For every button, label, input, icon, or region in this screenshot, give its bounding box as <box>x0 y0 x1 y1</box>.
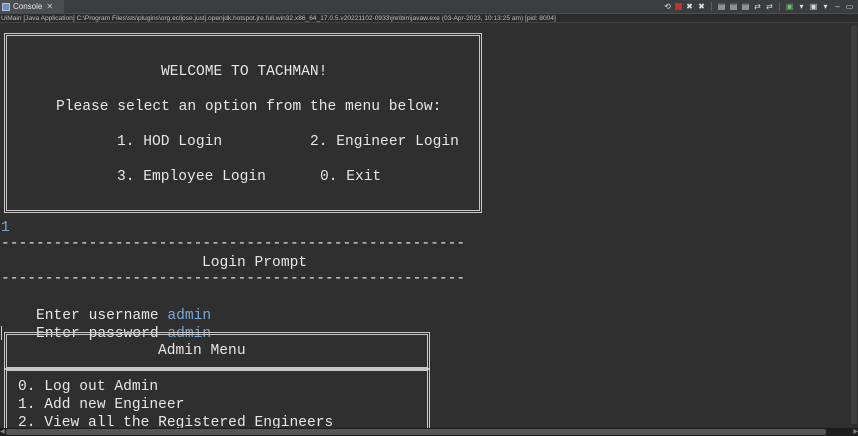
tab-console-label: Console <box>13 2 43 11</box>
horizontal-scrollbar[interactable]: ◀ ▶ <box>0 428 858 436</box>
menu-option-employee: 3. Employee Login <box>117 169 266 185</box>
remove-all-icon[interactable]: ✖ <box>685 2 694 11</box>
menu-option-engineer: 2. Engineer Login <box>310 134 459 150</box>
close-icon[interactable]: ✕ <box>46 2 53 11</box>
word-wrap-icon[interactable]: ▤ <box>729 2 738 11</box>
vertical-scroll-thumb[interactable] <box>851 26 857 424</box>
scroll-right-icon[interactable]: ▶ <box>853 428 858 436</box>
toolbar-separator <box>779 2 780 11</box>
minimize-icon[interactable]: – <box>833 2 842 11</box>
show-on-output-icon[interactable]: ▤ <box>741 2 750 11</box>
welcome-box: WELCOME TO TACHMAN! Please select an opt… <box>4 33 482 213</box>
console-toolbar: ⟲ ✖ ✖ ▤ ▤ ▤ ⇄ ⇄ ▣ ▾ ▣ ▾ – ▭ <box>663 0 854 13</box>
text-caret <box>1 326 2 340</box>
menu-option-hod: 1. HOD Login <box>117 134 223 150</box>
menu-option-exit: 0. Exit <box>320 169 382 185</box>
divider-bottom: ----------------------------------------… <box>1 271 466 287</box>
password-line: Enter password admin <box>1 307 211 342</box>
admin-menu-title: Admin Menu <box>158 343 246 359</box>
horizontal-scroll-thumb[interactable] <box>6 429 826 435</box>
pin-icon[interactable]: ✖ <box>697 2 706 11</box>
remove-launch-icon[interactable]: ⟲ <box>663 2 672 11</box>
admin-menu-options-box: 0. Log out Admin 1. Add new Engineer 2. … <box>4 368 430 428</box>
toolbar-separator <box>711 2 712 11</box>
new-console-icon[interactable]: ▣ <box>809 2 818 11</box>
chevron-down-icon[interactable]: ▾ <box>821 2 830 11</box>
admin-option-add-engineer: 1. Add new Engineer <box>18 397 185 413</box>
chevron-down-icon[interactable]: ▾ <box>797 2 806 11</box>
admin-option-view-engineers: 2. View all the Registered Engineers <box>18 415 334 428</box>
welcome-prompt: Please select an option from the menu be… <box>56 99 442 115</box>
open-console-icon[interactable]: ▣ <box>785 2 794 11</box>
console-output[interactable]: WELCOME TO TACHMAN! Please select an opt… <box>0 24 850 428</box>
process-info-bar: UiMain [Java Application] C:\Program Fil… <box>0 14 858 23</box>
terminate-icon[interactable] <box>675 3 682 10</box>
console-tab-bar: Console ✕ ⟲ ✖ ✖ ▤ ▤ ▤ ⇄ ⇄ ▣ ▾ ▣ ▾ – ▭ <box>0 0 858 14</box>
vertical-scrollbar[interactable] <box>850 24 858 428</box>
display-console-icon[interactable]: ⇄ <box>765 2 774 11</box>
show-on-error-icon[interactable]: ⇄ <box>753 2 762 11</box>
scroll-left-icon[interactable]: ◀ <box>0 428 5 436</box>
admin-menu-header-box: Admin Menu <box>4 332 430 370</box>
console-icon <box>2 2 10 11</box>
username-line: Enter username admin <box>1 289 211 324</box>
welcome-title: WELCOME TO TACHMAN! <box>161 64 328 80</box>
admin-option-logout: 0. Log out Admin <box>18 379 159 395</box>
divider-top: ----------------------------------------… <box>1 236 466 252</box>
scroll-lock-icon[interactable]: ▤ <box>717 2 726 11</box>
tab-console[interactable]: Console ✕ <box>0 0 64 13</box>
maximize-icon[interactable]: ▭ <box>845 2 854 11</box>
